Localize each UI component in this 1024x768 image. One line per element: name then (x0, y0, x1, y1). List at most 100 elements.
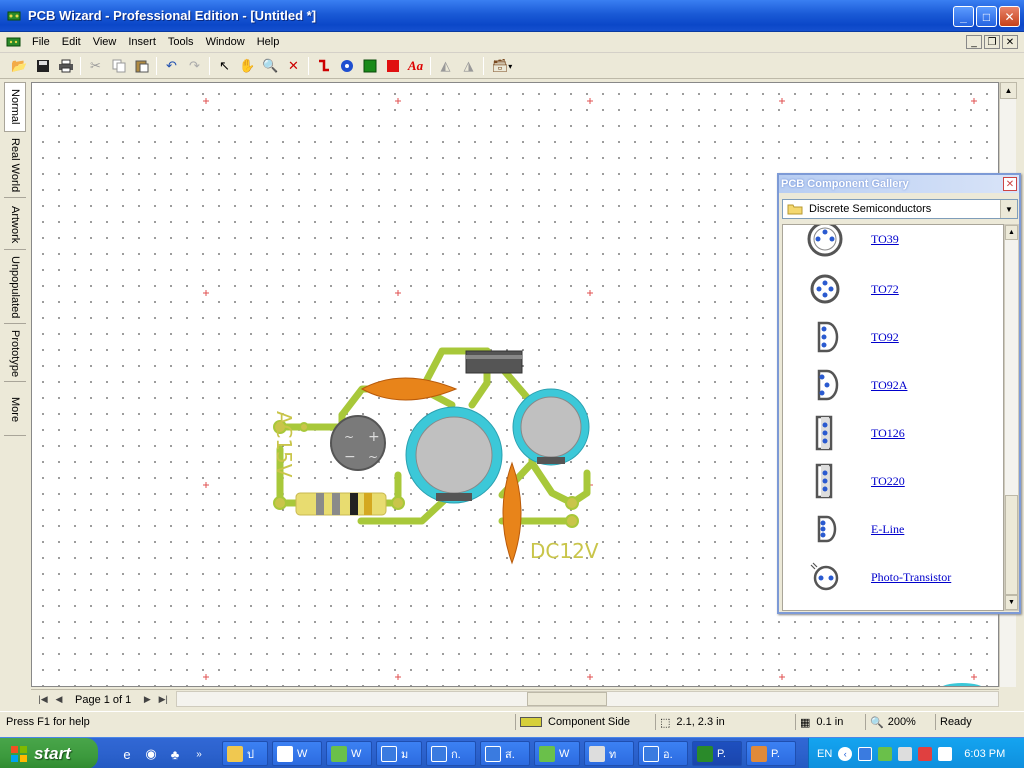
gallery-item-to92[interactable]: TO92 (783, 313, 1003, 361)
delete-button[interactable]: ✕ (282, 55, 305, 77)
undo-button[interactable]: ↶ (160, 55, 183, 77)
maximize-button[interactable]: □ (976, 6, 997, 27)
task-button-8[interactable]: ท (584, 741, 634, 766)
doc-minimize-button[interactable]: _ (966, 35, 982, 49)
gallery-item-to220[interactable]: TO220 (783, 457, 1003, 505)
canvas-horizontal-scrollbar[interactable] (176, 691, 999, 707)
component-dropdown-button[interactable]: 🗃 ▾ (487, 55, 517, 77)
tray-expand-icon[interactable]: ‹ (838, 746, 853, 761)
task-button-pcb-wizard[interactable]: P. (692, 741, 742, 766)
gallery-item-e-line[interactable]: E-Line (783, 505, 1003, 553)
track-tool-button[interactable] (312, 55, 335, 77)
flip-button[interactable]: ◭ (434, 55, 457, 77)
photo-transistor-package-icon (810, 562, 839, 591)
tab-real-world[interactable]: Real World (4, 134, 26, 198)
network-tray-icon[interactable] (858, 746, 873, 761)
tab-normal[interactable]: Normal (4, 82, 26, 132)
task-button-3[interactable]: W (326, 741, 372, 766)
messenger-tray-icon[interactable] (878, 746, 893, 761)
quicklaunch-messenger-icon[interactable]: ♣ (166, 745, 184, 763)
menu-edit[interactable]: Edit (56, 34, 87, 50)
menu-file[interactable]: File (26, 34, 56, 50)
gallery-item-to92a[interactable]: TO92A (783, 361, 1003, 409)
gallery-scroll-up-button[interactable]: ▲ (1005, 225, 1018, 240)
green-area-button[interactable] (358, 55, 381, 77)
volume-tray-icon[interactable] (938, 746, 953, 761)
hand-tool-button[interactable]: ✋ (236, 55, 259, 77)
menu-tools[interactable]: Tools (162, 34, 200, 50)
task-button-9[interactable]: อ. (638, 741, 688, 766)
doc-restore-button[interactable]: ❐ (984, 35, 1000, 49)
horizontal-scroll-thumb[interactable] (527, 692, 607, 706)
item-label[interactable]: E-Line (871, 522, 904, 537)
task-button-6[interactable]: ส. (480, 741, 530, 766)
print-button[interactable] (54, 55, 77, 77)
item-label[interactable]: TO220 (871, 474, 905, 489)
doc-close-button[interactable]: ✕ (1002, 35, 1018, 49)
zoom-status-icon: 🔍 (870, 716, 884, 729)
gallery-scroll-thumb[interactable] (1005, 495, 1018, 595)
first-page-button[interactable]: |◀ (35, 694, 51, 705)
menu-window[interactable]: Window (200, 34, 251, 50)
pad-tool-button[interactable] (335, 55, 358, 77)
tab-more[interactable]: More (4, 384, 26, 436)
red-area-button[interactable] (381, 55, 404, 77)
document-icon[interactable] (6, 35, 22, 49)
item-label[interactable]: TO92A (871, 378, 907, 393)
tab-prototype[interactable]: Prototype (4, 326, 26, 382)
windows-flag-icon (11, 745, 27, 762)
task-button-2[interactable]: W (272, 741, 322, 766)
last-page-button[interactable]: ▶| (155, 694, 171, 705)
quicklaunch-ie-icon[interactable]: e (118, 745, 136, 763)
gallery-scroll-down-button[interactable]: ▼ (1005, 595, 1018, 610)
item-label[interactable]: TO39 (871, 232, 899, 247)
title-bar: PCB Wizard - Professional Edition - [Unt… (0, 0, 1024, 32)
quicklaunch-more-icon[interactable]: » (190, 745, 208, 763)
gallery-scrollbar[interactable]: ▲ ▼ (1004, 224, 1019, 611)
gallery-item-photo-transistor[interactable]: Photo-Transistor (783, 553, 1003, 601)
prev-page-button[interactable]: ◀ (51, 694, 67, 705)
tab-artwork[interactable]: Artwork (4, 200, 26, 250)
security-tray-icon[interactable] (918, 746, 933, 761)
item-label[interactable]: Photo-Transistor (871, 570, 951, 585)
clock[interactable]: 6:03 PM (964, 748, 1005, 760)
gallery-item-to72[interactable]: TO72 (783, 265, 1003, 313)
category-dropdown-button[interactable]: ▼ (1000, 200, 1017, 218)
rotate-button[interactable]: ◮ (457, 55, 480, 77)
minimize-button[interactable]: _ (953, 6, 974, 27)
select-tool-button[interactable]: ↖ (213, 55, 236, 77)
item-label[interactable]: TO72 (871, 282, 899, 297)
scroll-up-button[interactable]: ▲ (1000, 82, 1017, 99)
gallery-item-to126[interactable]: TO126 (783, 409, 1003, 457)
next-page-button[interactable]: ▶ (139, 694, 155, 705)
tab-unpopulated[interactable]: Unpopulated (4, 252, 26, 324)
open-button[interactable]: 📂 (8, 55, 31, 77)
item-label[interactable]: TO126 (871, 426, 905, 441)
menu-insert[interactable]: Insert (122, 34, 162, 50)
menu-view[interactable]: View (87, 34, 123, 50)
layer-color-swatch (520, 717, 542, 727)
gallery-item-to39[interactable]: TO39 (783, 225, 1003, 263)
task-button-7[interactable]: W (534, 741, 580, 766)
save-button[interactable] (31, 55, 54, 77)
redo-button[interactable]: ↷ (183, 55, 206, 77)
task-button-4[interactable]: ม (376, 741, 422, 766)
menu-help[interactable]: Help (251, 34, 286, 50)
copy-button[interactable] (107, 55, 130, 77)
task-button-1[interactable]: ป (222, 741, 268, 766)
cut-button[interactable]: ✂ (84, 55, 107, 77)
quicklaunch-media-icon[interactable]: ◉ (142, 745, 160, 763)
zoom-tool-button[interactable]: 🔍 (259, 55, 282, 77)
start-button[interactable]: start (0, 738, 98, 768)
task-button-5[interactable]: ก. (426, 741, 476, 766)
close-button[interactable]: ✕ (999, 6, 1020, 27)
text-tool-button[interactable]: Aa (404, 55, 427, 77)
language-indicator[interactable]: EN (817, 748, 832, 760)
task-button-11[interactable]: P. (746, 741, 796, 766)
paste-button[interactable] (130, 55, 153, 77)
safely-remove-tray-icon[interactable] (898, 746, 913, 761)
item-label[interactable]: TO92 (871, 330, 899, 345)
e-line-package-icon (817, 515, 837, 543)
gallery-category-select[interactable]: Discrete Semiconductors ▼ (782, 199, 1018, 219)
gallery-close-button[interactable]: ✕ (1003, 177, 1017, 191)
